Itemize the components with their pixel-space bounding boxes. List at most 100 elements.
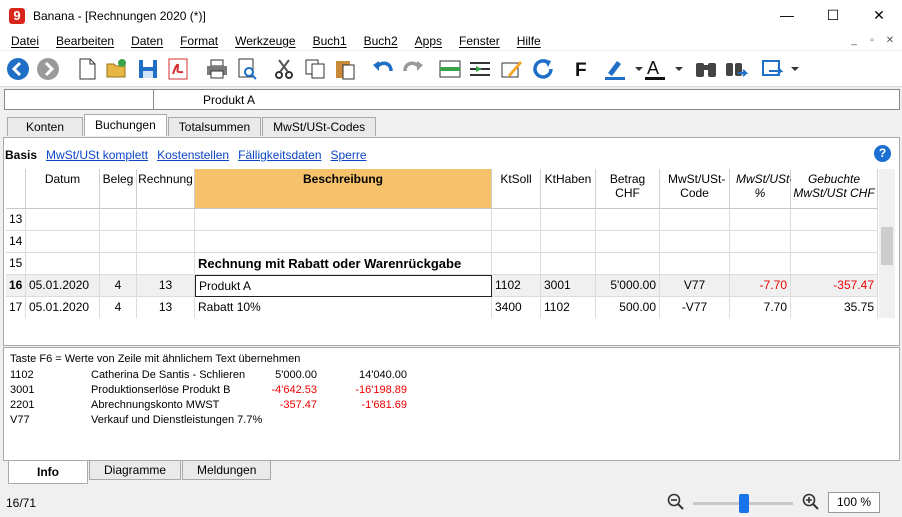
tab-buchungen[interactable]: Buchungen [84,114,167,136]
table-row[interactable]: 15 Rechnung mit Rabatt oder Warenrückgab… [6,253,878,275]
maximize-button[interactable]: ☐ [810,0,856,31]
menu-buch2[interactable]: Buch2 [364,34,398,48]
cell-rechnung[interactable]: 13 [137,297,195,318]
scrollbar-thumb[interactable] [881,227,893,265]
undo-icon[interactable] [370,56,396,82]
recalculate-icon[interactable] [530,56,556,82]
header-gebuchte-mwst[interactable]: Gebuchte MwSt/USt CHF [791,169,878,209]
cell-beleg[interactable] [100,209,137,231]
tab-diagramme[interactable]: Diagramme [89,461,182,480]
header-ktsoll[interactable]: KtSoll [492,169,541,209]
cell-beleg[interactable] [100,231,137,253]
cell-datum[interactable]: 05.01.2020 [26,297,100,318]
menu-format[interactable]: Format [180,34,218,48]
close-button[interactable]: ✕ [856,0,902,31]
cell-rechnung[interactable] [137,209,195,231]
zoom-out-icon[interactable] [667,493,685,511]
cell-datum[interactable] [26,209,100,231]
cell-ktsoll[interactable] [492,253,541,275]
redo-icon[interactable] [400,56,426,82]
cell-beleg[interactable]: 4 [100,297,137,318]
menu-hilfe[interactable]: Hilfe [517,34,541,48]
save-icon[interactable] [135,56,161,82]
bold-icon[interactable]: F [568,56,594,82]
header-betrag[interactable]: Betrag CHF [596,169,660,209]
cell-beschreibung[interactable] [195,231,492,253]
mdi-restore-button[interactable]: ▫ [864,33,880,48]
cell-kthaben[interactable] [541,253,596,275]
print-icon[interactable] [204,56,230,82]
paste-icon[interactable] [332,56,358,82]
cell-rechnung[interactable] [137,231,195,253]
find-replace-icon[interactable] [723,56,749,82]
view-faelligkeitsdaten[interactable]: Fälligkeitsdaten [238,148,321,162]
mdi-close-button[interactable]: ✕ [882,33,898,48]
header-datum[interactable]: Datum [26,169,100,209]
copy-icon[interactable] [302,56,328,82]
cell-mwst-prozent[interactable] [730,209,791,231]
back-icon[interactable] [5,56,31,82]
cell-beschreibung-editing[interactable]: Produkt A [195,275,492,297]
cell-mwst-code[interactable]: V77 [660,275,730,297]
zoom-level-field[interactable]: 100 % [828,492,880,513]
tab-info[interactable]: Info [8,461,88,484]
header-kthaben[interactable]: KtHaben [541,169,596,209]
cell-kthaben[interactable]: 1102 [541,297,596,318]
menu-bearbeiten[interactable]: Bearbeiten [56,34,114,48]
mdi-minimize-button[interactable]: _ [846,33,862,48]
cell-gebuchte-mwst[interactable]: -357.47 [791,275,878,297]
cell-ktsoll[interactable] [492,231,541,253]
cell-betrag[interactable] [596,231,660,253]
cell-rechnung[interactable]: 13 [137,275,195,297]
zoom-in-icon[interactable] [802,493,820,511]
highlight-color-icon[interactable] [602,56,628,82]
menu-datei[interactable]: Datei [11,34,39,48]
add-row-icon[interactable] [437,56,463,82]
menu-daten[interactable]: Daten [131,34,163,48]
insert-row-icon[interactable] [467,56,493,82]
menu-fenster[interactable]: Fenster [459,34,500,48]
tab-totalsummen[interactable]: Totalsummen [167,117,262,136]
tab-meldungen[interactable]: Meldungen [182,461,272,480]
cell-datum[interactable]: 05.01.2020 [26,275,100,297]
cell-gebuchte-mwst[interactable] [791,231,878,253]
cell-beschreibung[interactable]: Rabatt 10% [195,297,492,318]
cell-mwst-code[interactable] [660,231,730,253]
cell-gebuchte-mwst[interactable] [791,253,878,275]
cell-betrag[interactable]: 5'000.00 [596,275,660,297]
forward-icon[interactable] [35,56,61,82]
header-mwst-code[interactable]: MwSt/USt-Code [660,169,730,209]
help-icon[interactable]: ? [874,145,891,162]
print-preview-icon[interactable] [234,56,260,82]
cell-ktsoll[interactable] [492,209,541,231]
cell-ktsoll[interactable]: 3400 [492,297,541,318]
text-color-dropdown-icon[interactable] [666,56,692,82]
header-rechnung[interactable]: Rechnung [137,169,195,209]
text-color-icon[interactable]: A [642,56,668,82]
cell-rechnung[interactable] [137,253,195,275]
view-sperre[interactable]: Sperre [331,148,367,162]
cell-betrag[interactable]: 500.00 [596,297,660,318]
cell-mwst-prozent[interactable]: -7.70 [730,275,791,297]
cell-betrag[interactable] [596,253,660,275]
tab-mwst-ust-codes[interactable]: MwSt/USt-Codes [262,117,377,136]
cell-mwst-code[interactable] [660,253,730,275]
cell-kthaben[interactable] [541,209,596,231]
tab-konten[interactable]: Konten [7,117,84,136]
header-mwst-prozent[interactable]: MwSt/USt-% [730,169,793,209]
table-row[interactable]: 14 [6,231,878,253]
window-switch-dropdown-icon[interactable] [782,56,808,82]
cell-kthaben[interactable] [541,231,596,253]
view-basis[interactable]: Basis [5,148,37,162]
header-beschreibung[interactable]: Beschreibung [195,169,492,209]
cut-icon[interactable] [271,56,297,82]
table-row[interactable]: 17 05.01.2020 4 13 Rabatt 10% 3400 1102 … [6,297,878,318]
vertical-scrollbar[interactable] [879,169,895,318]
table-row[interactable]: 13 [6,209,878,231]
cell-betrag[interactable] [596,209,660,231]
cell-mwst-prozent[interactable] [730,231,791,253]
cell-mwst-prozent[interactable] [730,253,791,275]
minimize-button[interactable]: — [764,0,810,31]
cell-datum[interactable] [26,231,100,253]
open-folder-icon[interactable] [104,56,130,82]
